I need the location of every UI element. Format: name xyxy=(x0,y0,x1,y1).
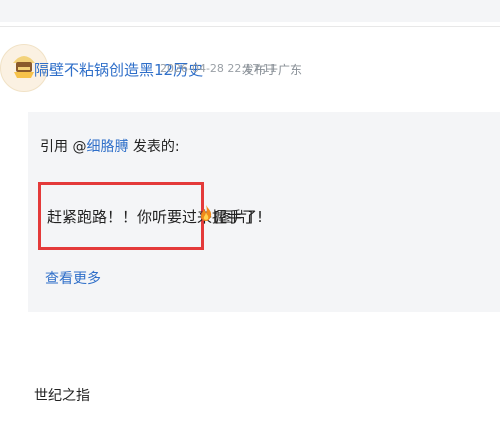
image-tag[interactable]: [图片] xyxy=(214,207,253,227)
top-strip xyxy=(0,0,500,22)
quote-suffix: 发表的: xyxy=(128,139,180,155)
post-page: 隔壁不粘锅创造黑12历史 2026-04-28 22:17:11 发布于广东 引… xyxy=(0,0,500,440)
view-more-link[interactable]: 查看更多 xyxy=(45,268,101,288)
mentioned-user-link[interactable]: 细胳膊 xyxy=(86,139,128,155)
divider xyxy=(0,26,500,27)
quote-header: 引用 @细胳膊 发表的: xyxy=(40,136,180,156)
flame-icon xyxy=(199,204,213,222)
quote-prefix: 引用 @ xyxy=(40,139,87,155)
post-location: 发布于广东 xyxy=(242,63,303,77)
reply-text: 世纪之指 xyxy=(34,388,90,404)
